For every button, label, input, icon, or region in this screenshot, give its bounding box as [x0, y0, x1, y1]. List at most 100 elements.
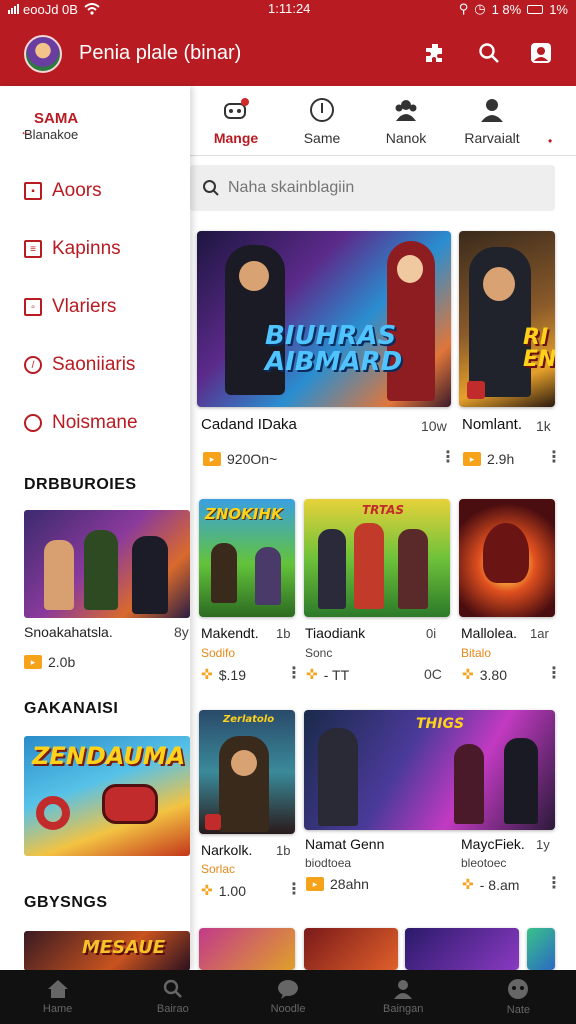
featured-game-card[interactable]: RI EN: [459, 231, 555, 407]
side-game-card[interactable]: MESAUE: [24, 931, 190, 971]
price-icon: ✜: [462, 876, 474, 892]
game-meta-value: 1.00: [218, 882, 246, 899]
game-subtitle: Sonc: [305, 646, 333, 660]
tab-mange[interactable]: Mange: [196, 96, 276, 146]
game-title: Narkolk.: [201, 842, 253, 858]
game-subtitle: Bitalo: [461, 646, 492, 660]
puzzle-icon[interactable]: [422, 40, 448, 66]
art-logo-text: ZENDAUMA: [32, 742, 186, 770]
more-options-icon[interactable]: ⋮: [546, 666, 562, 682]
side-game-card[interactable]: ZENDAUMA: [24, 736, 190, 856]
game-meta-value: 28ahn: [330, 876, 369, 892]
search-bar[interactable]: [190, 165, 555, 211]
edit-circle-icon: /: [24, 356, 42, 374]
sidebar-item-aoors[interactable]: ▪ Aoors: [24, 180, 102, 202]
sidebar-item-vlariers[interactable]: ▫ Vlariers: [24, 296, 116, 318]
game-subtitle: bleotoec: [461, 856, 507, 870]
game-badge-icon: [467, 381, 485, 399]
bottom-nav-profile[interactable]: Baingan: [346, 970, 461, 1024]
controller-icon: [222, 96, 250, 124]
featured-game-card[interactable]: BIUHRAS AIBMARD: [197, 231, 451, 407]
tab-label: Nanok: [385, 130, 427, 146]
bottom-nav-label: Noodle: [270, 1003, 306, 1015]
sidebar-item-kapinns[interactable]: ≡ Kapinns: [24, 238, 121, 260]
sidebar-item-noismane[interactable]: Noismane: [24, 412, 138, 434]
side-card-title: Snoakahatsla.: [24, 624, 113, 640]
search-icon[interactable]: [476, 40, 502, 66]
art-logo-text: TRTAS: [362, 503, 405, 517]
bottom-nav-label: Baingan: [383, 1003, 424, 1015]
clock: 1:11:24: [268, 1, 311, 16]
game-count: 1b: [276, 626, 291, 641]
bookmark-icon: ▪: [24, 182, 42, 200]
price-icon: ✜: [462, 666, 474, 682]
search-input[interactable]: [228, 179, 528, 197]
sidebar-item-label: Aoors: [52, 180, 102, 201]
tab-same[interactable]: Same: [282, 96, 362, 146]
game-title: Tiaodiank: [305, 625, 366, 641]
more-options-icon[interactable]: ⋮: [546, 876, 562, 892]
tab-rarvaialt[interactable]: Rarvaialt: [452, 96, 532, 146]
game-card[interactable]: Zerlatolo: [199, 710, 295, 834]
game-title: Namat Genn: [305, 836, 385, 852]
sidebar-item-label: Kapinns: [52, 238, 121, 259]
bottom-nav-home[interactable]: Hame: [0, 970, 115, 1024]
game-card[interactable]: [304, 928, 398, 970]
app-bar: Penia plale (binar): [0, 18, 576, 86]
game-title: Nomlant.: [462, 416, 523, 433]
art-logo-text: THIGS: [416, 716, 465, 732]
back-arrow-icon[interactable]: ←: [20, 124, 32, 138]
game-meta: ✜ - TT: [306, 666, 349, 683]
battery-percent: 1 8%: [491, 1, 522, 17]
tab-bar: Mange Same Nanok Rarvaialt •: [190, 86, 576, 156]
play-badge-icon: ▸: [203, 452, 221, 466]
price-icon: ✜: [201, 882, 213, 898]
section-title: GAKANAISI: [24, 700, 119, 717]
tab-nanok[interactable]: Nanok: [366, 96, 446, 146]
bottom-nav-chat[interactable]: Noodle: [230, 970, 345, 1024]
game-card[interactable]: [527, 928, 555, 970]
more-tabs-indicator[interactable]: •: [548, 134, 552, 148]
status-extra: 1%: [549, 1, 568, 17]
sidebar: SAMA Blanakoe ← ▪ Aoors ≡ Kapinns ▫ Vlar…: [0, 86, 190, 971]
more-options-icon[interactable]: ⋮: [546, 450, 562, 466]
game-card[interactable]: TRTAS: [304, 499, 450, 617]
game-icon: [508, 979, 529, 999]
bottom-nav-search[interactable]: Bairao: [115, 970, 230, 1024]
account-icon[interactable]: [528, 40, 554, 66]
game-card[interactable]: [459, 499, 555, 617]
section-title: DRBBUROIES: [24, 476, 137, 493]
game-card[interactable]: ZNOKIHK: [199, 499, 295, 617]
status-bar: eooJd 0B 1:11:24 ⚲ ◷ 1 8% 1%: [0, 0, 576, 18]
search-icon: [163, 979, 182, 998]
bottom-nav-game[interactable]: Nate: [461, 970, 576, 1024]
game-meta-value: - TT: [323, 666, 350, 683]
more-options-icon[interactable]: ⋮: [286, 882, 302, 898]
more-options-icon[interactable]: ⋮: [440, 450, 456, 466]
search-icon: [203, 180, 219, 196]
game-meta-value: - 8.am: [479, 876, 520, 893]
game-card-wide[interactable]: THIGS: [304, 710, 555, 830]
game-count: 10w: [421, 418, 447, 434]
game-meta-value: 3.80: [479, 666, 507, 683]
art-logo-text: Zerlatolo: [223, 714, 275, 725]
art-logo-text: RI EN: [523, 325, 555, 372]
signal-icon: [8, 4, 19, 14]
game-title: MaycFiek.: [461, 836, 525, 852]
sidebar-item-saoniiaris[interactable]: / Saoniiaris: [24, 354, 135, 376]
side-game-card[interactable]: [24, 510, 190, 618]
game-count: 1ar: [530, 626, 549, 641]
game-title: Makendt.: [201, 625, 259, 641]
play-badge-icon: ▸: [24, 655, 42, 669]
game-meta: ▸ 920On~: [203, 451, 277, 467]
game-count: 0i: [426, 626, 437, 641]
play-badge-icon: ▸: [463, 452, 481, 466]
game-card[interactable]: [405, 928, 519, 970]
refresh-icon: [24, 414, 42, 432]
avatar[interactable]: [24, 35, 62, 73]
more-options-icon[interactable]: ⋮: [286, 666, 302, 682]
bottom-nav-label: Bairao: [156, 1003, 189, 1015]
chat-icon: [278, 980, 298, 999]
sidebar-brand[interactable]: SAMA Blanakoe ←: [20, 110, 78, 142]
game-card[interactable]: [199, 928, 295, 970]
